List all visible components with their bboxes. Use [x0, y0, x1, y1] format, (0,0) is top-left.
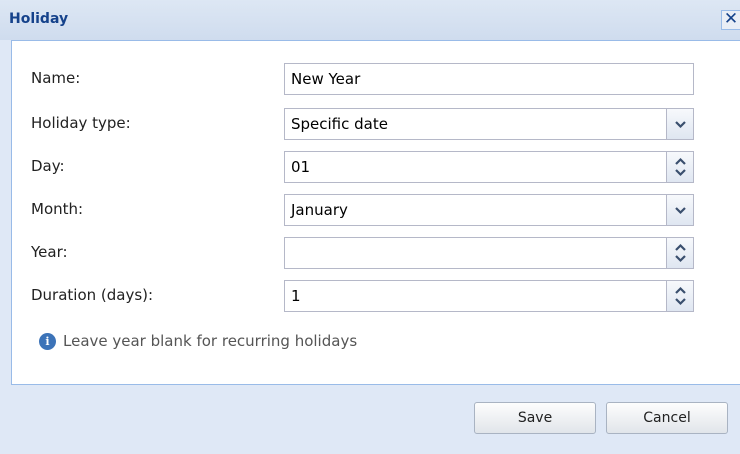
year-spinner[interactable] — [284, 237, 694, 269]
month-select[interactable]: January — [284, 194, 694, 226]
day-value: 01 — [291, 158, 311, 176]
dialog-titlebar[interactable]: Holiday ✕ — [0, 0, 740, 40]
spinner-arrows-icon[interactable] — [666, 238, 693, 268]
duration-label: Duration (days): — [31, 286, 154, 304]
duration-value: 1 — [291, 287, 301, 305]
year-label: Year: — [31, 243, 68, 261]
chevron-down-icon[interactable] — [666, 195, 693, 225]
name-field-value: New Year — [291, 70, 361, 88]
chevron-down-icon[interactable] — [666, 109, 693, 139]
info-icon: i — [39, 333, 56, 350]
duration-spinner[interactable]: 1 — [284, 280, 694, 312]
close-icon[interactable]: ✕ — [721, 10, 740, 30]
day-spinner[interactable]: 01 — [284, 151, 694, 183]
name-label: Name: — [31, 69, 81, 87]
dialog-title: Holiday — [9, 11, 69, 27]
save-button[interactable]: Save — [474, 402, 596, 434]
spinner-arrows-icon[interactable] — [666, 152, 693, 182]
holiday-dialog: Holiday ✕ Name: New Year Holiday type: S… — [0, 0, 740, 454]
cancel-button[interactable]: Cancel — [606, 402, 728, 434]
day-label: Day: — [31, 157, 65, 175]
month-label: Month: — [31, 200, 84, 218]
info-text: Leave year blank for recurring holidays — [63, 332, 358, 350]
holiday-type-select[interactable]: Specific date — [284, 108, 694, 140]
spinner-arrows-icon[interactable] — [666, 281, 693, 311]
month-value: January — [291, 201, 348, 219]
name-field[interactable]: New Year — [284, 63, 694, 95]
holiday-type-label: Holiday type: — [31, 114, 131, 132]
holiday-type-value: Specific date — [291, 115, 388, 133]
